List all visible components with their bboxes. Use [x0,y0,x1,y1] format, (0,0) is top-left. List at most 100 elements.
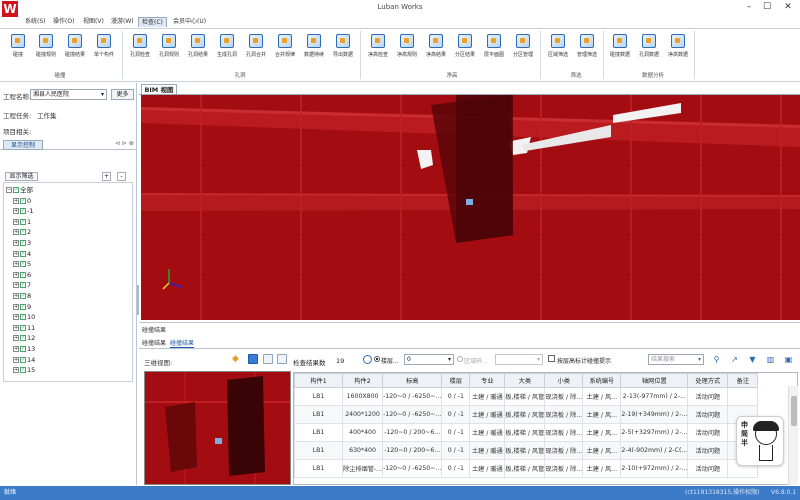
more-button[interactable]: 更多 [111,89,134,100]
tree-item[interactable]: + ✓ 2 [13,227,31,237]
column-header[interactable]: 大类 [504,373,546,388]
bim-3d-viewport[interactable] [141,95,800,320]
collapse-button[interactable]: - [117,172,126,181]
expand-icon[interactable]: + [13,324,19,331]
manage-filter-button[interactable]: 管理筛选 [573,32,601,64]
clearance-rules-button[interactable]: 净高规则 [393,32,421,64]
expand-icon[interactable]: + [13,303,19,310]
expand-icon[interactable]: + [13,282,19,289]
expand-icon[interactable]: + [13,271,19,278]
hole-check-button[interactable]: 孔洞检查 [126,32,154,64]
hole-rules-button[interactable]: 孔洞规则 [155,32,183,64]
table-row[interactable]: LB1 630*400 -120~0 / 200~6... 0 / -1 土建 / 暖通… [294,441,759,460]
menu-check[interactable]: 检查(C) [138,17,167,27]
tab-controls[interactable]: ⊲ ⊳ ⊗ [115,140,134,147]
expand-icon[interactable]: + [13,261,19,268]
collision-thumbnail[interactable] [144,371,291,485]
zone-results-button[interactable]: 分区结果 [451,32,479,64]
clearance-data-button[interactable]: 净高数据 [664,32,692,64]
expand-icon[interactable]: + [13,197,19,204]
tree-checkbox[interactable]: ✓ [20,324,26,331]
assistant-mascot[interactable]: 申简半 [736,416,784,466]
tree-checkbox[interactable]: ✓ [20,367,26,374]
floor-radio[interactable] [374,356,380,362]
expand-icon[interactable]: + [13,250,19,257]
columns-icon[interactable]: ▥ [766,355,775,364]
save-icon[interactable]: ▣ [784,355,793,364]
expand-button[interactable]: + [102,172,111,181]
expand-icon[interactable]: + [13,218,19,225]
menu-view[interactable]: 视图(V) [80,17,107,27]
tree-checkbox[interactable]: ✓ [20,229,26,236]
merge-rule-button[interactable]: 合并规律 [271,32,299,64]
floor-plan-button[interactable]: 层平面图 [480,32,508,64]
tree-item[interactable]: + ✓ 13 [13,344,35,354]
column-header[interactable]: 小类 [544,373,584,388]
tree-item[interactable]: + ✓ 10 [13,312,35,322]
generate-hole-button[interactable]: 生成孔洞 [213,32,241,64]
collision-results-button[interactable]: 碰撞结果 [61,32,89,64]
hole-merge-button[interactable]: 孔洞合并 [242,32,270,64]
table-scrollbar[interactable] [788,386,798,485]
frame-icon[interactable] [263,354,273,364]
tree-item[interactable]: + ✓ 12 [13,333,35,343]
filter-icon[interactable]: ▼ [748,355,757,364]
tree-checkbox[interactable]: ✓ [20,250,26,257]
tree-checkbox[interactable]: ✓ [20,346,26,352]
tree-checkbox[interactable]: ✓ [20,356,26,363]
palette-icon[interactable]: ◆ [232,354,242,364]
hole-data-button[interactable]: 孔洞数据 [635,32,663,64]
column-header[interactable]: 构件1 [294,373,343,388]
close-button[interactable]: ✕ [781,2,795,13]
column-header[interactable]: 标高 [382,373,443,388]
tree-checkbox[interactable]: ✓ [20,303,26,310]
collision-button[interactable]: 碰撞 [4,32,32,64]
fit-view-icon[interactable] [248,354,258,364]
table-row[interactable]: LB1 除尘排烟管-... -120~0 / -6250~... 0 / -1 土建 /… [294,459,759,478]
expand-icon[interactable]: + [13,346,19,352]
tree-checkbox[interactable]: ✓ [20,240,26,246]
single-component-button[interactable]: 单个构件 [90,32,118,64]
tree-item[interactable]: + ✓ 3 [13,238,31,248]
menu-roam[interactable]: 漫游(W) [108,17,137,27]
tree-checkbox[interactable]: ✓ [20,293,26,299]
expand-icon[interactable]: + [13,240,19,246]
menu-operation[interactable]: 操作(O) [50,17,77,27]
column-header[interactable]: 构件2 [341,373,384,388]
tree-item[interactable]: + ✓ 6 [13,270,31,280]
share-icon[interactable]: ↗ [730,355,739,364]
location-pin-icon[interactable]: ⚲ [712,355,721,364]
tree-item[interactable]: − ✓ 全部 [6,185,33,195]
tree-item[interactable]: + ✓ -1 [13,206,33,216]
export-data-button[interactable]: 导出数据 [329,32,357,64]
menu-system[interactable]: 系统(S) [22,17,49,27]
area-select[interactable]: ▾ [495,354,543,365]
tree-item[interactable]: + ✓ 7 [13,280,31,290]
expand-icon[interactable]: + [13,293,19,299]
minimize-button[interactable]: – [742,2,756,13]
tree-checkbox[interactable]: ✓ [20,335,26,342]
tree-item[interactable]: + ✓ 4 [13,249,31,259]
tree-item[interactable]: + ✓ 0 [13,196,31,206]
eye-icon[interactable] [363,355,372,364]
tree-item[interactable]: + ✓ 8 [13,291,31,301]
tree-item[interactable]: + ✓ 15 [13,365,35,375]
column-header[interactable]: 专业 [469,373,506,388]
table-row[interactable]: LB1 1600X800 -120~0 / -6250~... 0 / -1 土建 / … [294,387,759,406]
tree-checkbox[interactable]: ✓ [20,282,26,289]
collapse-icon[interactable]: − [6,187,12,193]
clearance-check-button[interactable]: 净高检查 [364,32,392,64]
expand-icon[interactable]: + [13,335,19,342]
column-header[interactable]: 系统编号 [582,373,622,388]
menu-member-center[interactable]: 会员中心(U) [170,17,209,27]
column-header[interactable]: 备注 [727,373,759,388]
collision-rules-button[interactable]: 碰撞规则 [32,32,60,64]
tree-checkbox[interactable]: ✓ [20,314,26,321]
tree-item[interactable]: + ✓ 5 [13,259,31,269]
area-radio[interactable] [457,356,463,362]
area-filter-button[interactable]: 区域筛选 [544,32,572,64]
data-persist-button[interactable]: 数据持续 [300,32,328,64]
tree-checkbox[interactable]: ✓ [20,208,26,215]
result-search-input[interactable]: 结果搜索 ▾ [648,354,704,365]
tree-item[interactable]: + ✓ 14 [13,355,35,365]
